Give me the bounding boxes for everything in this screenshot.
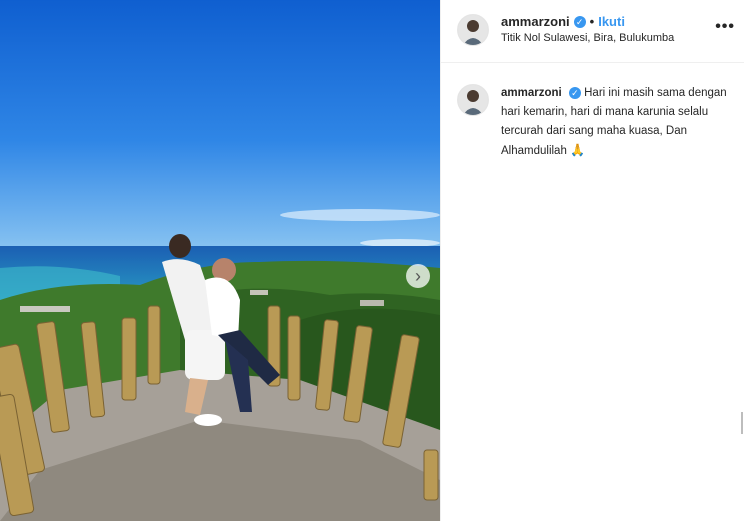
separator-dot: • (589, 14, 595, 29)
caption-username-link[interactable]: ammarzoni (501, 87, 562, 99)
avatar[interactable] (457, 14, 489, 46)
verified-badge-icon: ✓ (573, 15, 586, 28)
avatar[interactable] (457, 84, 489, 116)
location-link[interactable]: Titik Nol Sulawesi, Bira, Bulukumba (501, 32, 674, 44)
next-photo-button[interactable]: › (406, 264, 430, 288)
avatar-image (458, 85, 488, 115)
chevron-right-icon: › (415, 266, 421, 286)
caption-text-block: ammarzoni ✓ Hari ini masih sama dengan h… (501, 84, 731, 161)
post-header: ammarzoni ✓ • Ikuti Titik Nol Sulawesi, … (441, 0, 744, 63)
username-link[interactable]: ammarzoni (501, 14, 570, 29)
avatar-image (458, 15, 488, 45)
scrollbar-thumb[interactable] (741, 412, 743, 434)
header-user-row: ammarzoni ✓ • Ikuti (501, 14, 625, 29)
post-side-panel: ammarzoni ✓ • Ikuti Titik Nol Sulawesi, … (440, 0, 744, 521)
more-options-icon[interactable]: ••• (715, 18, 735, 36)
follow-button[interactable]: Ikuti (598, 14, 625, 29)
post-photo[interactable]: › (0, 0, 440, 521)
photo-scene (0, 0, 440, 521)
verified-badge-icon: ✓ (568, 87, 581, 99)
praying-hands-icon: 🙏 (570, 143, 586, 157)
